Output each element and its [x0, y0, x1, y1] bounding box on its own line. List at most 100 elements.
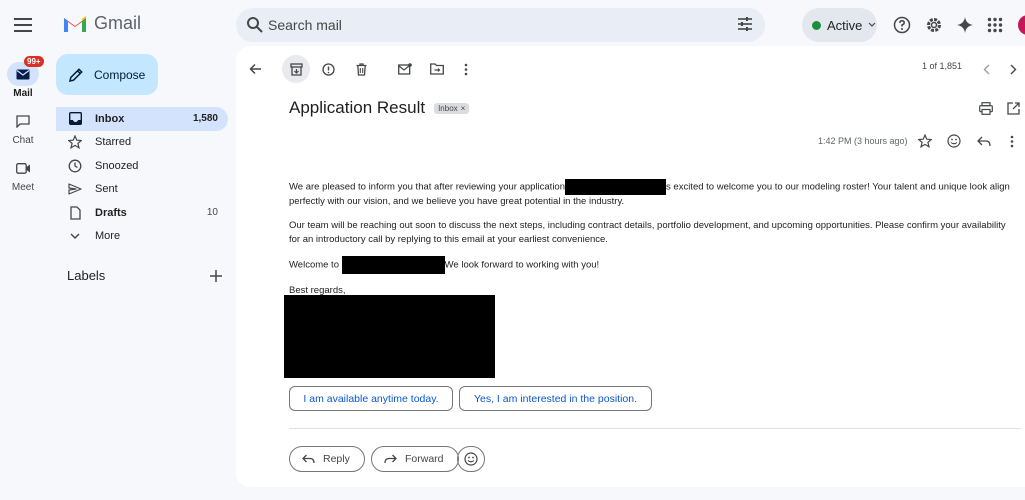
settings-icon	[927, 18, 941, 32]
apps-button[interactable]	[983, 13, 1007, 37]
emoji-icon	[464, 452, 478, 466]
help-button[interactable]	[890, 13, 914, 37]
remove-label-icon[interactable]: ×	[461, 104, 466, 113]
smart-reply-button[interactable]: Yes, I am interested in the position.	[459, 386, 652, 411]
status-dropdown[interactable]: Active	[802, 8, 877, 42]
nav-label-sent: Sent	[95, 183, 118, 196]
labels-heading: Labels	[67, 268, 106, 283]
nav-item-inbox[interactable]: Inbox 1,580	[56, 107, 228, 131]
add-reaction-button[interactable]	[940, 127, 968, 155]
add-label-icon[interactable]	[210, 269, 222, 282]
delete-button[interactable]	[347, 55, 375, 83]
reply-icon	[977, 136, 991, 146]
open-new-window-button[interactable]	[999, 94, 1025, 122]
rail-label-mail: Mail	[13, 88, 33, 99]
body-paragraph: Welcome to We look forward to working wi…	[289, 256, 1019, 274]
nav-item-starred[interactable]: Starred	[56, 131, 228, 155]
nav-item-sent[interactable]: Sent	[56, 178, 228, 202]
reply-icon	[302, 454, 315, 464]
search-input[interactable]	[268, 8, 708, 42]
unread-badge: 99+	[24, 56, 44, 67]
pagination-text: 1 of 1,851	[921, 61, 962, 71]
more-vert-icon	[1010, 135, 1014, 147]
video-camera-icon	[15, 162, 30, 174]
inbox-label-chip[interactable]: Inbox ×	[434, 102, 470, 114]
body-paragraph: We are pleased to inform you that after …	[289, 179, 1019, 209]
help-icon	[893, 16, 911, 34]
gmail-logo[interactable]: Gmail	[62, 13, 141, 34]
nav-label-more: More	[95, 230, 121, 243]
compose-button[interactable]: Compose	[56, 54, 158, 95]
chevron-down-icon	[868, 22, 876, 27]
rail-label-meet: Meet	[11, 182, 35, 193]
send-icon	[68, 183, 82, 195]
email-body: We are pleased to inform you that after …	[289, 179, 1019, 307]
archive-button[interactable]	[282, 55, 310, 83]
email-view: 1 of 1,851 Application Result Inbox × 1:…	[236, 46, 1025, 487]
email-subject-row: Application Result Inbox ×	[289, 98, 470, 118]
print-icon	[979, 101, 993, 115]
nav-item-drafts[interactable]: Drafts 10	[56, 201, 228, 225]
open-in-new-icon	[1006, 101, 1020, 115]
emoji-reaction-button[interactable]	[457, 446, 485, 472]
star-icon	[918, 134, 932, 148]
settings-button[interactable]	[922, 13, 946, 37]
report-spam-icon	[321, 62, 335, 76]
star-button[interactable]	[911, 127, 939, 155]
smart-reply-button[interactable]: I am available anytime today.	[289, 386, 453, 411]
nav-label-inbox: Inbox	[95, 112, 125, 125]
forward-button[interactable]: Forward	[371, 446, 459, 472]
nav-label-snoozed: Snoozed	[95, 159, 139, 172]
email-subject: Application Result	[289, 98, 426, 117]
rail-item-meet[interactable]: Meet	[0, 156, 46, 193]
forward-icon	[384, 454, 397, 464]
divider	[289, 428, 1021, 429]
email-more-button[interactable]	[998, 127, 1025, 155]
move-to-button[interactable]	[423, 55, 451, 83]
body-text: We look forward to working with you!	[444, 259, 600, 271]
forward-label: Forward	[405, 453, 444, 465]
main-menu-button[interactable]	[8, 10, 38, 40]
inbox-count: 1,580	[192, 113, 218, 125]
archive-icon	[289, 62, 303, 76]
pencil-icon	[69, 67, 83, 82]
reply-button[interactable]: Reply	[289, 446, 365, 472]
app-rail: 99+ Mail Chat Meet	[0, 50, 48, 500]
status-label: Active	[827, 17, 863, 33]
nav-item-more[interactable]: More	[56, 225, 228, 249]
search-icon[interactable]	[246, 16, 264, 34]
gmail-logo-text: Gmail	[94, 13, 142, 33]
account-avatar[interactable]	[1018, 15, 1025, 35]
tune-icon[interactable]	[737, 16, 753, 32]
redacted-text	[341, 256, 445, 274]
redacted-text	[565, 179, 667, 195]
search-bar[interactable]	[236, 8, 765, 42]
arrow-left-icon	[248, 63, 261, 75]
nav-item-snoozed[interactable]: Snoozed	[56, 154, 228, 178]
trash-icon	[356, 62, 366, 76]
active-status-dot	[812, 20, 821, 30]
gemini-button[interactable]	[953, 13, 977, 37]
drafts-count: 10	[206, 207, 218, 219]
reply-icon-button[interactable]	[970, 127, 998, 155]
inbox-icon	[68, 112, 82, 126]
star-icon	[68, 135, 82, 150]
nav-label-starred: Starred	[95, 136, 132, 149]
report-spam-button[interactable]	[314, 55, 342, 83]
rail-item-mail[interactable]: 99+ Mail	[0, 56, 46, 99]
emoji-icon	[947, 134, 961, 148]
mark-unread-icon	[398, 63, 412, 75]
more-options-button[interactable]	[452, 55, 480, 83]
folder-nav: Inbox 1,580 Starred Snoozed Sent Drafts …	[56, 107, 228, 248]
newer-button[interactable]	[972, 55, 1000, 83]
email-timestamp: 1:42 PM (3 hours ago)	[818, 136, 908, 146]
back-button[interactable]	[241, 55, 269, 83]
older-button[interactable]	[999, 55, 1025, 83]
compose-label: Compose	[94, 67, 146, 82]
print-button[interactable]	[972, 94, 1000, 122]
chevron-right-icon	[1010, 64, 1016, 74]
gmail-m-icon	[64, 15, 86, 32]
inbox-chip-label: Inbox	[438, 103, 458, 113]
mark-unread-button[interactable]	[391, 55, 419, 83]
rail-item-chat[interactable]: Chat	[0, 109, 46, 146]
